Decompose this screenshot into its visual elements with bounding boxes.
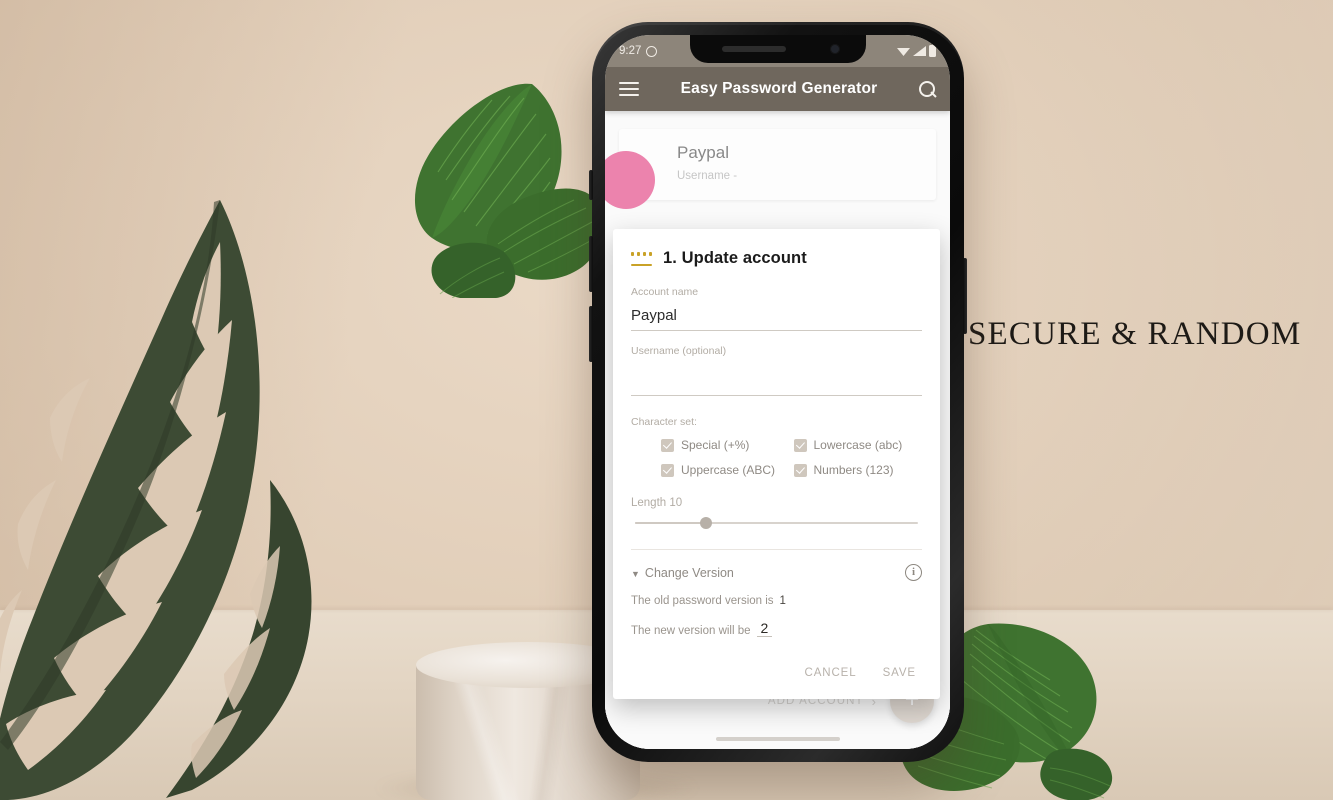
slider-thumb[interactable] — [699, 517, 712, 529]
hamburger-icon[interactable] — [619, 82, 639, 96]
earpiece-speaker — [721, 46, 786, 52]
phone-notch — [689, 35, 866, 63]
account-name-field: Account name Paypal — [631, 286, 922, 331]
background-scene: SECURE & RANDOM 9:27 Easy Password Gener… — [0, 0, 1333, 800]
info-icon[interactable]: i — [905, 564, 922, 581]
checkbox-label: Numbers (123) — [813, 463, 894, 477]
version-header: ▼ Change Version i — [631, 564, 922, 581]
front-camera — [829, 44, 840, 54]
app-content: Paypal Username - ADD ACCOUNT › + 1. Upd… — [605, 111, 950, 749]
save-button[interactable]: SAVE — [883, 667, 916, 679]
change-version-toggle[interactable]: ▼ Change Version — [631, 566, 734, 580]
search-icon[interactable] — [919, 80, 936, 98]
new-version-input[interactable]: 2 — [756, 621, 773, 637]
length-label: Length 10 — [631, 497, 683, 509]
signal-icon — [913, 46, 926, 56]
phone-mute-button[interactable] — [589, 170, 593, 200]
checkbox-icon — [793, 463, 807, 477]
new-version-line: The new version will be 2 — [631, 621, 922, 637]
dialog-title: 1. Update account — [663, 249, 807, 267]
username-input[interactable] — [631, 366, 922, 396]
username-label: Username (optional) — [631, 345, 727, 357]
checkbox-icon — [661, 463, 674, 477]
update-account-dialog: 1. Update account Account name Paypal Us… — [613, 229, 940, 699]
account-name-input[interactable]: Paypal — [631, 307, 922, 331]
checkbox-icon — [793, 438, 807, 452]
password-dots-icon — [631, 251, 652, 266]
old-version-value: 1 — [779, 595, 786, 607]
checkbox-icon — [661, 438, 674, 452]
dialog-actions: CANCEL SAVE — [631, 637, 922, 689]
old-version-line: The old password version is 1 — [631, 595, 922, 607]
length-slider[interactable] — [635, 513, 918, 533]
character-set-options: Special (+%) Lowercase (abc) Uppercase (… — [631, 438, 922, 477]
phone-screen: 9:27 Easy Password Generator Paypal User… — [605, 35, 950, 749]
app-bar: Easy Password Generator — [605, 67, 950, 111]
status-bar-left: 9:27 — [619, 45, 658, 57]
monstera-leaf — [0, 150, 390, 800]
dialog-header: 1. Update account — [631, 249, 922, 268]
old-version-text: The old password version is — [631, 595, 774, 607]
phone-power-button[interactable] — [963, 258, 967, 334]
phone-volume-up-button[interactable] — [589, 236, 593, 292]
battery-icon — [929, 43, 936, 57]
checkbox-numbers[interactable]: Numbers (123) — [793, 463, 923, 477]
phone-mockup: 9:27 Easy Password Generator Paypal User… — [589, 22, 967, 762]
status-bar-right — [897, 43, 936, 57]
checkbox-special[interactable]: Special (+%) — [661, 438, 790, 452]
account-name-label: Account name — [631, 286, 699, 298]
home-indicator — [715, 737, 840, 741]
checkbox-lowercase[interactable]: Lowercase (abc) — [793, 438, 923, 452]
slider-fill — [635, 522, 706, 524]
app-title: Easy Password Generator — [680, 80, 878, 97]
dialog-divider — [631, 549, 922, 550]
cancel-button[interactable]: CANCEL — [805, 667, 857, 679]
checkbox-label: Special (+%) — [681, 438, 750, 452]
checkbox-label: Lowercase (abc) — [813, 438, 903, 452]
phone-volume-down-button[interactable] — [589, 306, 593, 362]
character-set-label: Character set: — [631, 416, 697, 428]
wifi-icon — [897, 48, 910, 56]
checkbox-uppercase[interactable]: Uppercase (ABC) — [661, 463, 790, 477]
checkbox-label: Uppercase (ABC) — [681, 463, 776, 477]
new-version-text: The new version will be — [631, 625, 751, 637]
alarm-icon — [646, 45, 658, 57]
leaf-cluster-top — [404, 58, 614, 298]
chevron-down-icon: ▼ — [631, 568, 640, 579]
change-version-label: Change Version — [644, 565, 734, 580]
username-field: Username (optional) — [631, 345, 922, 396]
status-bar-time: 9:27 — [619, 45, 642, 57]
headline-text: SECURE & RANDOM — [968, 316, 1302, 352]
